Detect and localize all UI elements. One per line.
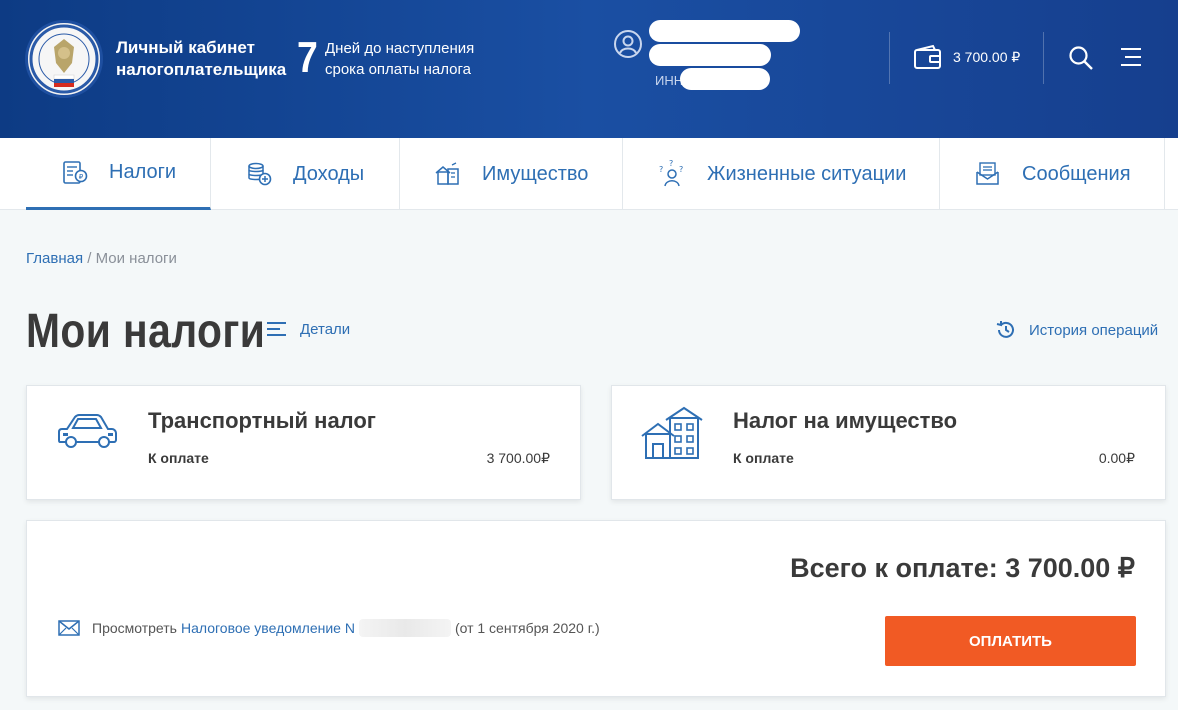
tax-notice-row: Просмотреть Налоговое уведомление N (от … — [58, 619, 600, 637]
tab-property-label: Имущество — [482, 162, 589, 185]
fns-logo[interactable] — [25, 20, 103, 98]
page-title: Мои налоги — [26, 305, 266, 358]
list-icon — [266, 320, 288, 338]
svg-text:?: ? — [679, 165, 683, 174]
main-tabs: ₽ Налоги Доходы Имущество ? ? ? Жизненны… — [0, 138, 1178, 210]
tab-messages[interactable]: Сообщения — [940, 138, 1165, 210]
tab-taxes-label: Налоги — [109, 161, 177, 183]
property-icon — [434, 161, 462, 187]
tab-income[interactable]: Доходы — [211, 138, 400, 210]
transport-tax-amount: 3 700.00₽ — [486, 450, 550, 466]
tax-notice-date: (от 1 сентября 2020 г.) — [454, 620, 600, 636]
cabinet-title-line1: Личный кабинет — [116, 38, 255, 57]
payment-summary-panel: Всего к оплате: 3 700.00 ₽ Просмотреть Н… — [26, 520, 1166, 697]
tab-taxes[interactable]: ₽ Налоги — [26, 138, 211, 210]
property-tax-amount: 0.00₽ — [1098, 450, 1135, 466]
tab-life-situations[interactable]: ? ? ? Жизненные ситуации — [623, 138, 940, 210]
breadcrumb-current: Мои налоги — [95, 250, 177, 267]
transport-tax-label: К оплате — [148, 450, 209, 466]
car-icon — [55, 408, 119, 459]
cabinet-title-line2: налогоплательщика — [116, 60, 287, 79]
redacted-user-name — [649, 20, 800, 42]
search-icon[interactable] — [1068, 45, 1094, 76]
breadcrumb: Главная / Мои налоги — [26, 250, 177, 267]
svg-text:?: ? — [659, 165, 663, 174]
days-text: Дней до наступления срока оплаты налога — [325, 38, 474, 80]
transport-tax-card[interactable]: Транспортный налог К оплате 3 700.00₽ — [26, 385, 581, 500]
redacted-inn — [680, 68, 770, 90]
tab-property[interactable]: Имущество — [400, 138, 623, 210]
tab-messages-label: Сообщения — [1022, 162, 1131, 185]
property-tax-title: Налог на имущество — [733, 408, 958, 433]
breadcrumb-separator: / — [83, 250, 96, 267]
wallet-balance[interactable]: 3 700.00 ₽ — [953, 49, 1020, 66]
details-link[interactable]: Детали — [266, 320, 350, 338]
cabinet-title[interactable]: Личный кабинет налогоплательщика — [116, 37, 286, 81]
house-icon — [640, 406, 706, 467]
tab-income-label: Доходы — [293, 162, 365, 185]
breadcrumb-home[interactable]: Главная — [26, 250, 83, 267]
taxes-icon: ₽ — [61, 160, 89, 186]
messages-icon — [974, 161, 1002, 187]
transport-tax-title: Транспортный налог — [148, 408, 376, 433]
days-text-line1: Дней до наступления — [325, 40, 475, 57]
svg-text:?: ? — [669, 160, 673, 168]
tax-notice-link[interactable]: Налоговое уведомление N — [181, 620, 355, 636]
days-text-line2: срока оплаты налога — [325, 61, 472, 78]
user-icon[interactable] — [613, 29, 643, 64]
hamburger-menu-icon[interactable] — [1119, 46, 1143, 73]
coins-icon — [245, 161, 273, 187]
pay-button[interactable]: ОПЛАТИТЬ — [885, 616, 1136, 666]
wallet-icon[interactable] — [913, 44, 943, 75]
header: Личный кабинет налогоплательщика 7 Дней … — [0, 0, 1178, 138]
envelope-icon — [58, 620, 80, 636]
svg-text:₽: ₽ — [79, 173, 84, 181]
person-question-icon: ? ? ? — [657, 160, 687, 188]
days-count: 7 — [297, 33, 318, 82]
history-link[interactable]: История операций — [995, 319, 1158, 341]
redacted-notice-number — [358, 619, 451, 637]
property-tax-label: К оплате — [733, 450, 794, 466]
tab-life-situations-label: Жизненные ситуации — [707, 162, 907, 185]
property-tax-card[interactable]: Налог на имущество К оплате 0.00₽ — [611, 385, 1166, 500]
redacted-user-name-2 — [649, 44, 771, 66]
inn-label: ИНН — [655, 73, 684, 88]
header-divider-2 — [1043, 32, 1044, 84]
header-divider — [889, 32, 890, 84]
history-icon — [995, 319, 1017, 341]
history-label: История операций — [1029, 321, 1159, 339]
details-label: Детали — [300, 320, 351, 338]
view-prefix: Просмотреть — [92, 620, 177, 636]
total-due: Всего к оплате: 3 700.00 ₽ — [790, 553, 1135, 583]
